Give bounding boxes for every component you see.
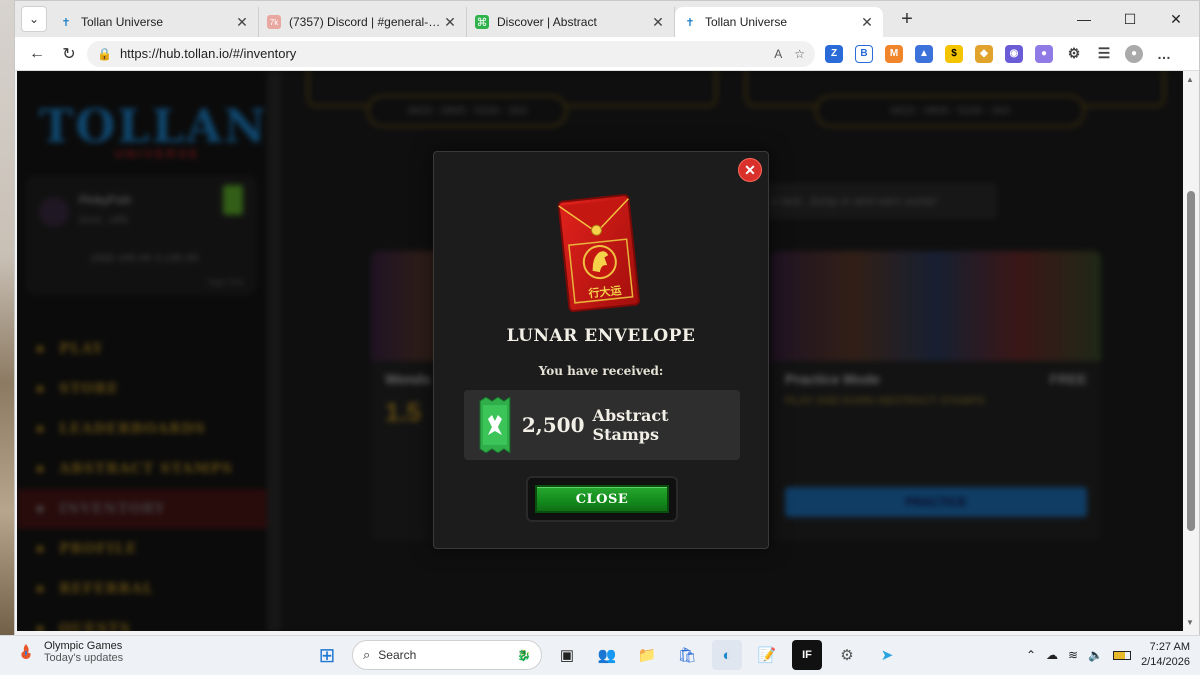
abstract-stamp-icon bbox=[479, 397, 511, 453]
modal-subtitle: You have received: bbox=[538, 364, 664, 378]
tollan-icon: ✝ bbox=[61, 16, 71, 29]
close-tab-icon[interactable]: ✕ bbox=[234, 14, 250, 31]
abstract-icon: ⌘ bbox=[475, 15, 489, 29]
tab-abstract[interactable]: ⌘ Discover | Abstract ✕ bbox=[467, 7, 675, 37]
url-text: https://hub.tollan.io/#/inventory bbox=[119, 46, 297, 61]
search-icon: ⌕ bbox=[363, 647, 371, 662]
tab-tollan-active[interactable]: ✝ Tollan Universe ✕ bbox=[675, 7, 883, 37]
reward-name: Abstract Stamps bbox=[592, 406, 669, 444]
clock-time: 7:27 AM bbox=[1149, 641, 1190, 653]
wifi-icon[interactable]: ≋ bbox=[1068, 648, 1078, 662]
favorite-star-icon[interactable]: ☆ bbox=[794, 47, 805, 61]
scroll-down-icon[interactable]: ▼ bbox=[1186, 618, 1194, 627]
file-explorer-icon[interactable]: 📁 bbox=[632, 640, 662, 670]
close-button[interactable]: CLOSE bbox=[535, 485, 669, 513]
metamask-icon[interactable]: M bbox=[885, 44, 903, 63]
battery-icon[interactable] bbox=[1113, 650, 1132, 660]
windows-start-icon[interactable]: ⊞ bbox=[312, 640, 342, 670]
widget-subtitle: Today's updates bbox=[44, 652, 124, 664]
url-field[interactable]: 🔒 https://hub.tollan.io/#/inventory A ☆ bbox=[87, 40, 815, 67]
settings-gear-icon[interactable]: ⚙ bbox=[832, 640, 862, 670]
app-if-icon[interactable]: IF bbox=[792, 640, 822, 670]
tab-title: Discover | Abstract bbox=[497, 15, 597, 29]
tollan-icon: ✝ bbox=[685, 16, 695, 29]
back-button[interactable]: ← bbox=[23, 40, 51, 68]
scroll-up-icon[interactable]: ▲ bbox=[1186, 75, 1194, 84]
notepad-icon[interactable]: 📝 bbox=[752, 640, 782, 670]
tab-actions-button[interactable]: ⌄ bbox=[21, 6, 47, 32]
page-scrollbar[interactable]: ▲ ▼ bbox=[1183, 71, 1199, 631]
favorites-list-icon[interactable]: ☰ bbox=[1095, 45, 1113, 63]
clock[interactable]: 7:27 AM 2/14/2026 bbox=[1141, 640, 1190, 670]
lunar-envelope-image: 行大运 bbox=[554, 192, 646, 316]
clock-date: 2/14/2026 bbox=[1141, 656, 1190, 668]
system-tray: ⌃ ☁ ≋ 🔈 7:27 AM 2/14/2026 bbox=[1026, 640, 1190, 670]
extension-pill-icon[interactable]: ● bbox=[1035, 44, 1053, 63]
extension-diamond-icon[interactable]: ◆ bbox=[975, 44, 993, 63]
close-tab-icon[interactable]: ✕ bbox=[442, 14, 458, 31]
read-aloud-icon[interactable]: A bbox=[774, 47, 782, 61]
extension-cat-icon[interactable]: ◉ bbox=[1005, 44, 1023, 63]
chevron-down-icon: ⌄ bbox=[28, 12, 40, 26]
tab-title: (7357) Discord | #general-605 | Tol bbox=[289, 15, 442, 29]
tab-bar: ⌄ ✝ Tollan Universe ✕ 7k (7357) Discord … bbox=[15, 1, 1199, 37]
address-bar: ← ↻ 🔒 https://hub.tollan.io/#/inventory … bbox=[15, 37, 1199, 71]
extension-z-icon[interactable]: Z bbox=[825, 44, 843, 63]
chevron-up-icon[interactable]: ⌃ bbox=[1026, 648, 1036, 662]
search-placeholder: Search bbox=[378, 648, 417, 662]
reward-modal: ✕ 行大运 LUNAR ENVELOPE You have received: … bbox=[433, 151, 769, 549]
teams-icon[interactable]: 👥 bbox=[592, 640, 622, 670]
new-tab-button[interactable]: + bbox=[893, 5, 921, 33]
tab-tollan-1[interactable]: ✝ Tollan Universe ✕ bbox=[51, 7, 259, 37]
page-viewport: TOLLAN UNIVERSE PinkyFish 0x1d...c8f3 19… bbox=[17, 71, 1183, 631]
discord-icon: 7k bbox=[267, 15, 281, 29]
tab-title: Tollan Universe bbox=[81, 15, 164, 29]
store-icon[interactable]: 🛍 bbox=[672, 640, 702, 670]
modal-title: LUNAR ENVELOPE bbox=[506, 326, 696, 346]
taskbar: Olympic Games Today's updates ⊞ ⌕ Search… bbox=[0, 635, 1200, 675]
edge-icon[interactable]: ◐ bbox=[712, 640, 742, 670]
refresh-button[interactable]: ↻ bbox=[55, 40, 83, 68]
extensions-puzzle-icon[interactable]: ⚙ bbox=[1065, 45, 1083, 63]
olympic-torch-icon bbox=[21, 644, 31, 659]
extensions-bar: Z B M ▲ $ ◆ ◉ ● ⚙ ☰ ● … bbox=[825, 44, 1173, 63]
onedrive-cloud-icon[interactable]: ☁ bbox=[1046, 648, 1058, 662]
more-options-icon[interactable]: … bbox=[1155, 45, 1173, 63]
extension-shield-icon[interactable]: B bbox=[855, 44, 873, 63]
widgets-button[interactable]: Olympic Games Today's updates bbox=[16, 640, 123, 664]
maximize-icon[interactable]: ☐ bbox=[1107, 1, 1153, 37]
browser-window: ⌄ ✝ Tollan Universe ✕ 7k (7357) Discord … bbox=[14, 0, 1200, 636]
close-tab-icon[interactable]: ✕ bbox=[650, 14, 666, 31]
window-close-icon[interactable]: ✕ bbox=[1153, 1, 1199, 37]
tab-title: Tollan Universe bbox=[705, 15, 788, 29]
taskbar-search[interactable]: ⌕ Search 🐉 bbox=[352, 640, 542, 670]
widget-title: Olympic Games bbox=[44, 640, 123, 652]
taskbar-apps: ⊞ ⌕ Search 🐉 ▣ 👥 📁 🛍 ◐ 📝 IF ⚙ ➤ bbox=[312, 640, 902, 670]
lock-icon[interactable]: 🔒 bbox=[97, 47, 112, 61]
volume-icon[interactable]: 🔈 bbox=[1088, 648, 1103, 662]
reward-amount: 2,500 bbox=[521, 413, 585, 437]
modal-close-icon[interactable]: ✕ bbox=[738, 158, 762, 182]
tab-discord[interactable]: 7k (7357) Discord | #general-605 | Tol ✕ bbox=[259, 7, 467, 37]
minimize-icon[interactable]: — bbox=[1061, 1, 1107, 37]
search-highlight-icon: 🐉 bbox=[517, 649, 531, 662]
close-button-frame: CLOSE bbox=[526, 476, 678, 522]
extension-s-icon[interactable]: $ bbox=[945, 44, 963, 63]
profile-avatar-icon[interactable]: ● bbox=[1125, 44, 1143, 63]
extension-bird-icon[interactable]: ▲ bbox=[915, 44, 933, 63]
telegram-icon[interactable]: ➤ bbox=[872, 640, 902, 670]
reward-box: 2,500 Abstract Stamps bbox=[464, 390, 740, 460]
task-view-icon[interactable]: ▣ bbox=[552, 640, 582, 670]
close-tab-icon[interactable]: ✕ bbox=[859, 14, 875, 31]
scrollbar-thumb[interactable] bbox=[1187, 191, 1195, 531]
